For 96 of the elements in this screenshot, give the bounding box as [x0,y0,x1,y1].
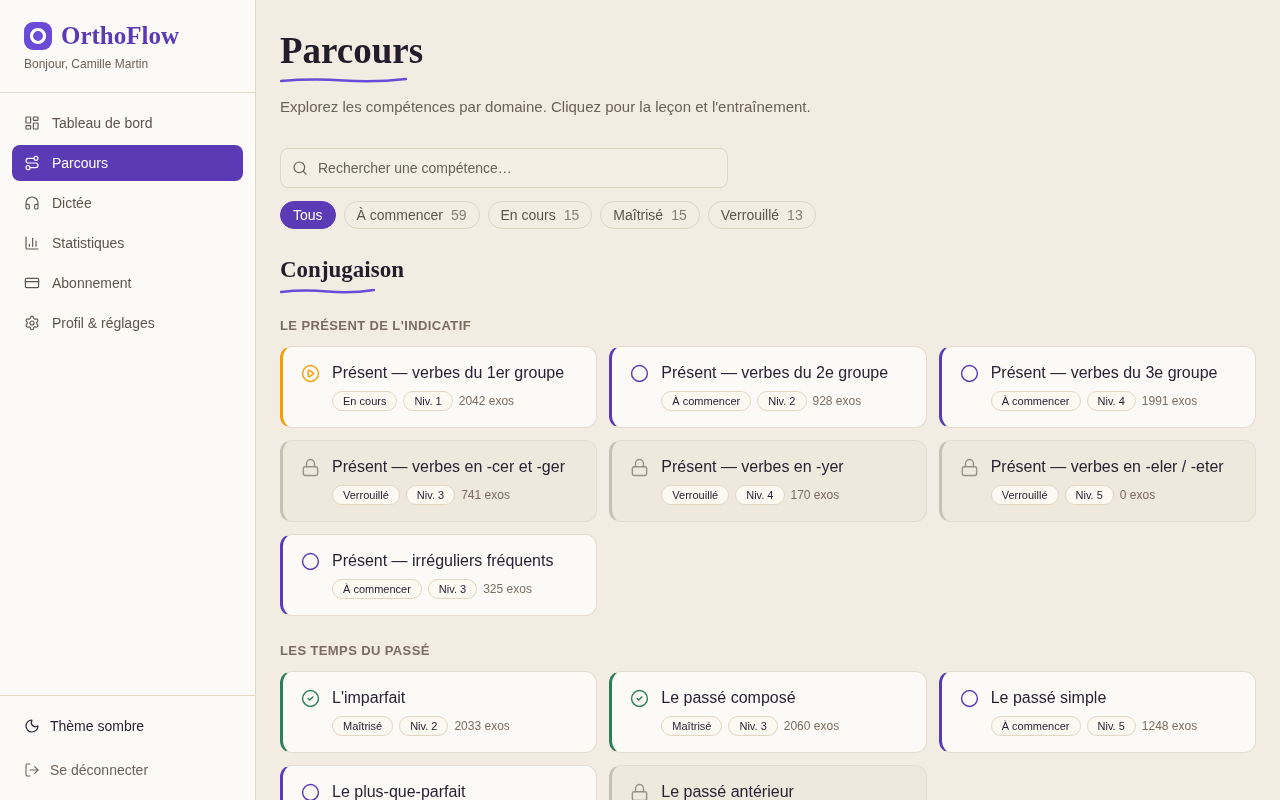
exercise-count: 741 exos [461,487,510,504]
exercise-count: 928 exos [812,393,862,410]
status-tag: Maîtrisé [332,716,394,736]
greeting: Bonjour, Camille Martin [24,56,150,72]
exercise-count: 170 exos [790,487,840,504]
filter-chip[interactable]: Verrouillé 13 [707,201,816,229]
nav-item[interactable]: Dictée [12,185,243,221]
skill-card[interactable]: Le passé antérieur [609,765,927,800]
level-tag: Niv. 2 [399,716,449,736]
lock-icon [301,457,320,477]
filter-chip[interactable]: Tous [280,201,336,229]
exercise-count: 2042 exos [458,393,515,410]
search-icon [292,160,308,176]
status-tag: À commencer [990,716,1081,736]
skill-title: Présent — irréguliers fréquents [332,551,554,571]
skill-card[interactable]: Présent — verbes du 1er groupe En cours Niv. 1 2042 exos [280,346,598,428]
skill-card[interactable]: Le plus-que-parfait [280,765,598,800]
skill-title: Le passé antérieur [661,782,794,800]
skill-title: Présent — verbes du 2e groupe [661,363,889,383]
level-tag: Niv. 3 [405,485,456,505]
skill-title: Le passé simple [990,688,1108,708]
exercise-count: 2033 exos [454,718,510,735]
nav-item[interactable]: Parcours [12,145,243,181]
nav-item[interactable]: Statistiques [12,225,243,261]
settings-icon [24,315,40,331]
skill-card[interactable]: Présent — verbes en -eler / -eter Verrouillé Niv. 5 0 exos [938,440,1256,522]
skill-card[interactable]: Le passé simple À commencer Niv. 5 1248 exos [938,671,1256,753]
status-tag: À commencer [332,579,422,599]
credit-card-icon [24,275,40,291]
exercise-count: 2060 exos [783,718,840,735]
status-tag: Verrouillé [661,485,730,505]
dashboard-icon [24,115,40,131]
circle-icon [301,551,320,571]
skill-title: Présent — verbes du 1er groupe [332,363,565,383]
nav-item[interactable]: Profil & réglages [12,305,243,341]
status-tag: En cours [332,391,398,411]
domain-title: Conjugaison [280,256,405,284]
headphones-icon [24,195,40,211]
skill-title: Présent — verbes en -cer et -ger [332,457,565,477]
level-tag: Niv. 5 [1086,716,1136,736]
circle-icon [959,688,979,708]
logout-button[interactable]: Se déconnecter [12,752,243,788]
play-circle-icon [301,363,320,383]
skill-card[interactable]: L'imparfait Maîtrisé Niv. 2 2033 exos [280,671,598,753]
logo-icon [24,22,52,50]
status-tag: À commencer [661,391,752,411]
status-tag: Maîtrisé [661,716,723,736]
filter-chip[interactable]: Maîtrisé 15 [600,201,700,229]
exercise-count: 0 exos [1119,487,1156,504]
level-tag: Niv. 5 [1064,485,1114,505]
nav-item[interactable]: Tableau de bord [12,105,243,141]
skill-title: Présent — verbes en -eler / -eter [990,457,1224,477]
group-label: LE PRÉSENT DE L'INDICATIF [280,318,472,334]
lock-icon [630,457,650,477]
brand-name: OrthoFlow [61,22,180,50]
level-tag: Niv. 3 [728,716,778,736]
skill-card[interactable]: Le passé composé Maîtrisé Niv. 3 2060 exos [609,671,927,753]
moon-icon [24,718,40,734]
level-tag: Niv. 4 [1086,391,1136,411]
page-subtitle: Explorez les compétences par domaine. Cliquez pour la leçon et l'entraînement. [280,97,812,117]
status-tag: À commencer [990,391,1081,411]
level-tag: Niv. 2 [757,391,807,411]
circle-icon [630,363,650,383]
lock-icon [630,782,650,800]
exercise-count: 1248 exos [1141,718,1198,735]
nav-item[interactable]: Abonnement [12,265,243,301]
theme-toggle[interactable]: Thème sombre [12,708,243,744]
level-tag: Niv. 1 [403,391,453,411]
page-title: Parcours [280,29,425,73]
route-icon [24,155,40,171]
status-tag: Verrouillé [990,485,1059,505]
skill-title: Présent — verbes en -yer [661,457,844,477]
skill-title: Le plus-que-parfait [332,782,466,800]
check-circle-icon [630,688,650,708]
exercise-count: 1991 exos [1141,393,1198,410]
skill-card[interactable]: Présent — irréguliers fréquents À commencer Niv. 3 325 exos [280,534,598,616]
lock-icon [959,457,979,477]
bar-chart-icon [24,235,40,251]
skill-card[interactable]: Présent — verbes du 2e groupe À commencer Niv. 2 928 exos [609,346,927,428]
filter-chip[interactable]: En cours 15 [487,201,593,229]
level-tag: Niv. 4 [735,485,785,505]
search-field[interactable]: Rechercher une compétence… [280,148,728,188]
exercise-count: 325 exos [483,581,532,598]
status-tag: Verrouillé [332,485,400,505]
skill-title: L'imparfait [332,688,407,708]
logout-icon [24,762,40,778]
check-circle-icon [301,688,320,708]
skill-title: Présent — verbes du 3e groupe [990,363,1218,383]
group-label: LES TEMPS DU PASSÉ [280,643,431,659]
level-tag: Niv. 3 [427,579,478,599]
skill-card[interactable]: Présent — verbes du 3e groupe À commencer Niv. 4 1991 exos [938,346,1256,428]
skill-card[interactable]: Présent — verbes en -cer et -ger Verrouillé Niv. 3 741 exos [280,440,598,522]
skill-card[interactable]: Présent — verbes en -yer Verrouillé Niv. 4 170 exos [609,440,927,522]
skill-title: Le passé composé [661,688,797,708]
circle-icon [959,363,979,383]
filter-chip[interactable]: À commencer 59 [343,201,480,229]
